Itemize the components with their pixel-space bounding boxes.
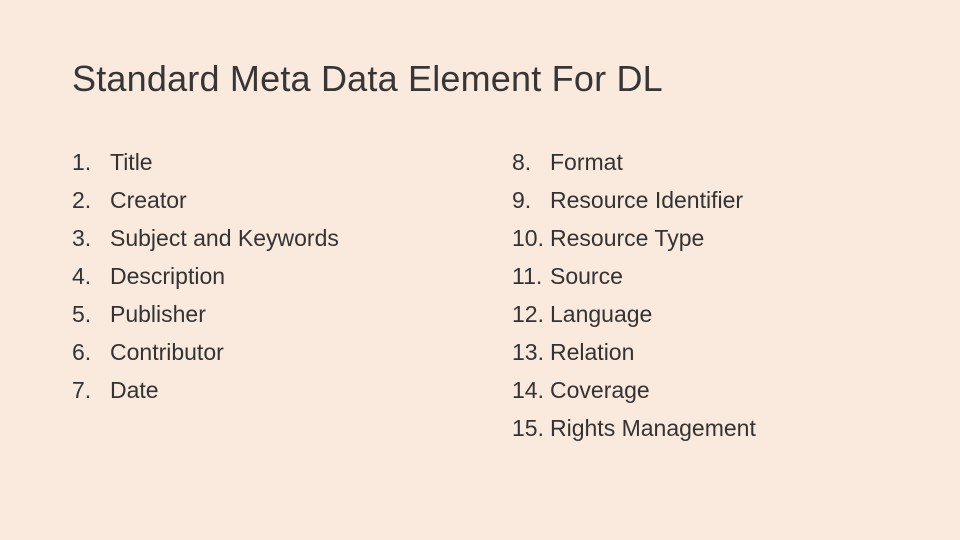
columns: 1. Title 2. Creator 3. Subject and Keywo… (72, 144, 888, 448)
list-item: 9. Resource Identifier (512, 182, 832, 220)
list-item: 7. Date (72, 372, 392, 410)
item-number: 1. (72, 144, 110, 182)
item-label: Creator (110, 182, 187, 220)
list-item: 11. Source (512, 258, 832, 296)
item-label: Publisher (110, 296, 206, 334)
list-item: 3. Subject and Keywords (72, 220, 392, 258)
item-number: 7. (72, 372, 110, 410)
item-number: 15. (512, 410, 550, 448)
right-column: 8. Format 9. Resource Identifier 10. Res… (512, 144, 832, 448)
item-label: Coverage (550, 372, 650, 410)
item-number: 10. (512, 220, 550, 258)
item-label: Source (550, 258, 623, 296)
left-column: 1. Title 2. Creator 3. Subject and Keywo… (72, 144, 392, 448)
item-label: Description (110, 258, 225, 296)
item-label: Relation (550, 334, 634, 372)
item-label: Format (550, 144, 623, 182)
item-number: 6. (72, 334, 110, 372)
list-item: 6. Contributor (72, 334, 392, 372)
list-item: 14. Coverage (512, 372, 832, 410)
list-item: 1. Title (72, 144, 392, 182)
list-item: 2. Creator (72, 182, 392, 220)
item-number: 2. (72, 182, 110, 220)
list-item: 8. Format (512, 144, 832, 182)
item-label: Title (110, 144, 153, 182)
list-item: 5. Publisher (72, 296, 392, 334)
list-item: 12. Language (512, 296, 832, 334)
item-label: Language (550, 296, 652, 334)
page-title: Standard Meta Data Element For DL (72, 58, 888, 100)
item-number: 8. (512, 144, 550, 182)
item-number: 12. (512, 296, 550, 334)
item-number: 13. (512, 334, 550, 372)
slide: Standard Meta Data Element For DL 1. Tit… (0, 0, 960, 488)
item-label: Date (110, 372, 159, 410)
item-label: Resource Type (550, 220, 704, 258)
item-label: Subject and Keywords (110, 220, 339, 258)
list-item: 10. Resource Type (512, 220, 832, 258)
item-label: Resource Identifier (550, 182, 743, 220)
item-number: 5. (72, 296, 110, 334)
list-item: 15. Rights Management (512, 410, 832, 448)
item-number: 4. (72, 258, 110, 296)
item-label: Rights Management (550, 410, 756, 448)
item-number: 14. (512, 372, 550, 410)
list-item: 13. Relation (512, 334, 832, 372)
item-number: 11. (512, 258, 550, 296)
item-number: 9. (512, 182, 550, 220)
item-number: 3. (72, 220, 110, 258)
list-item: 4. Description (72, 258, 392, 296)
item-label: Contributor (110, 334, 224, 372)
